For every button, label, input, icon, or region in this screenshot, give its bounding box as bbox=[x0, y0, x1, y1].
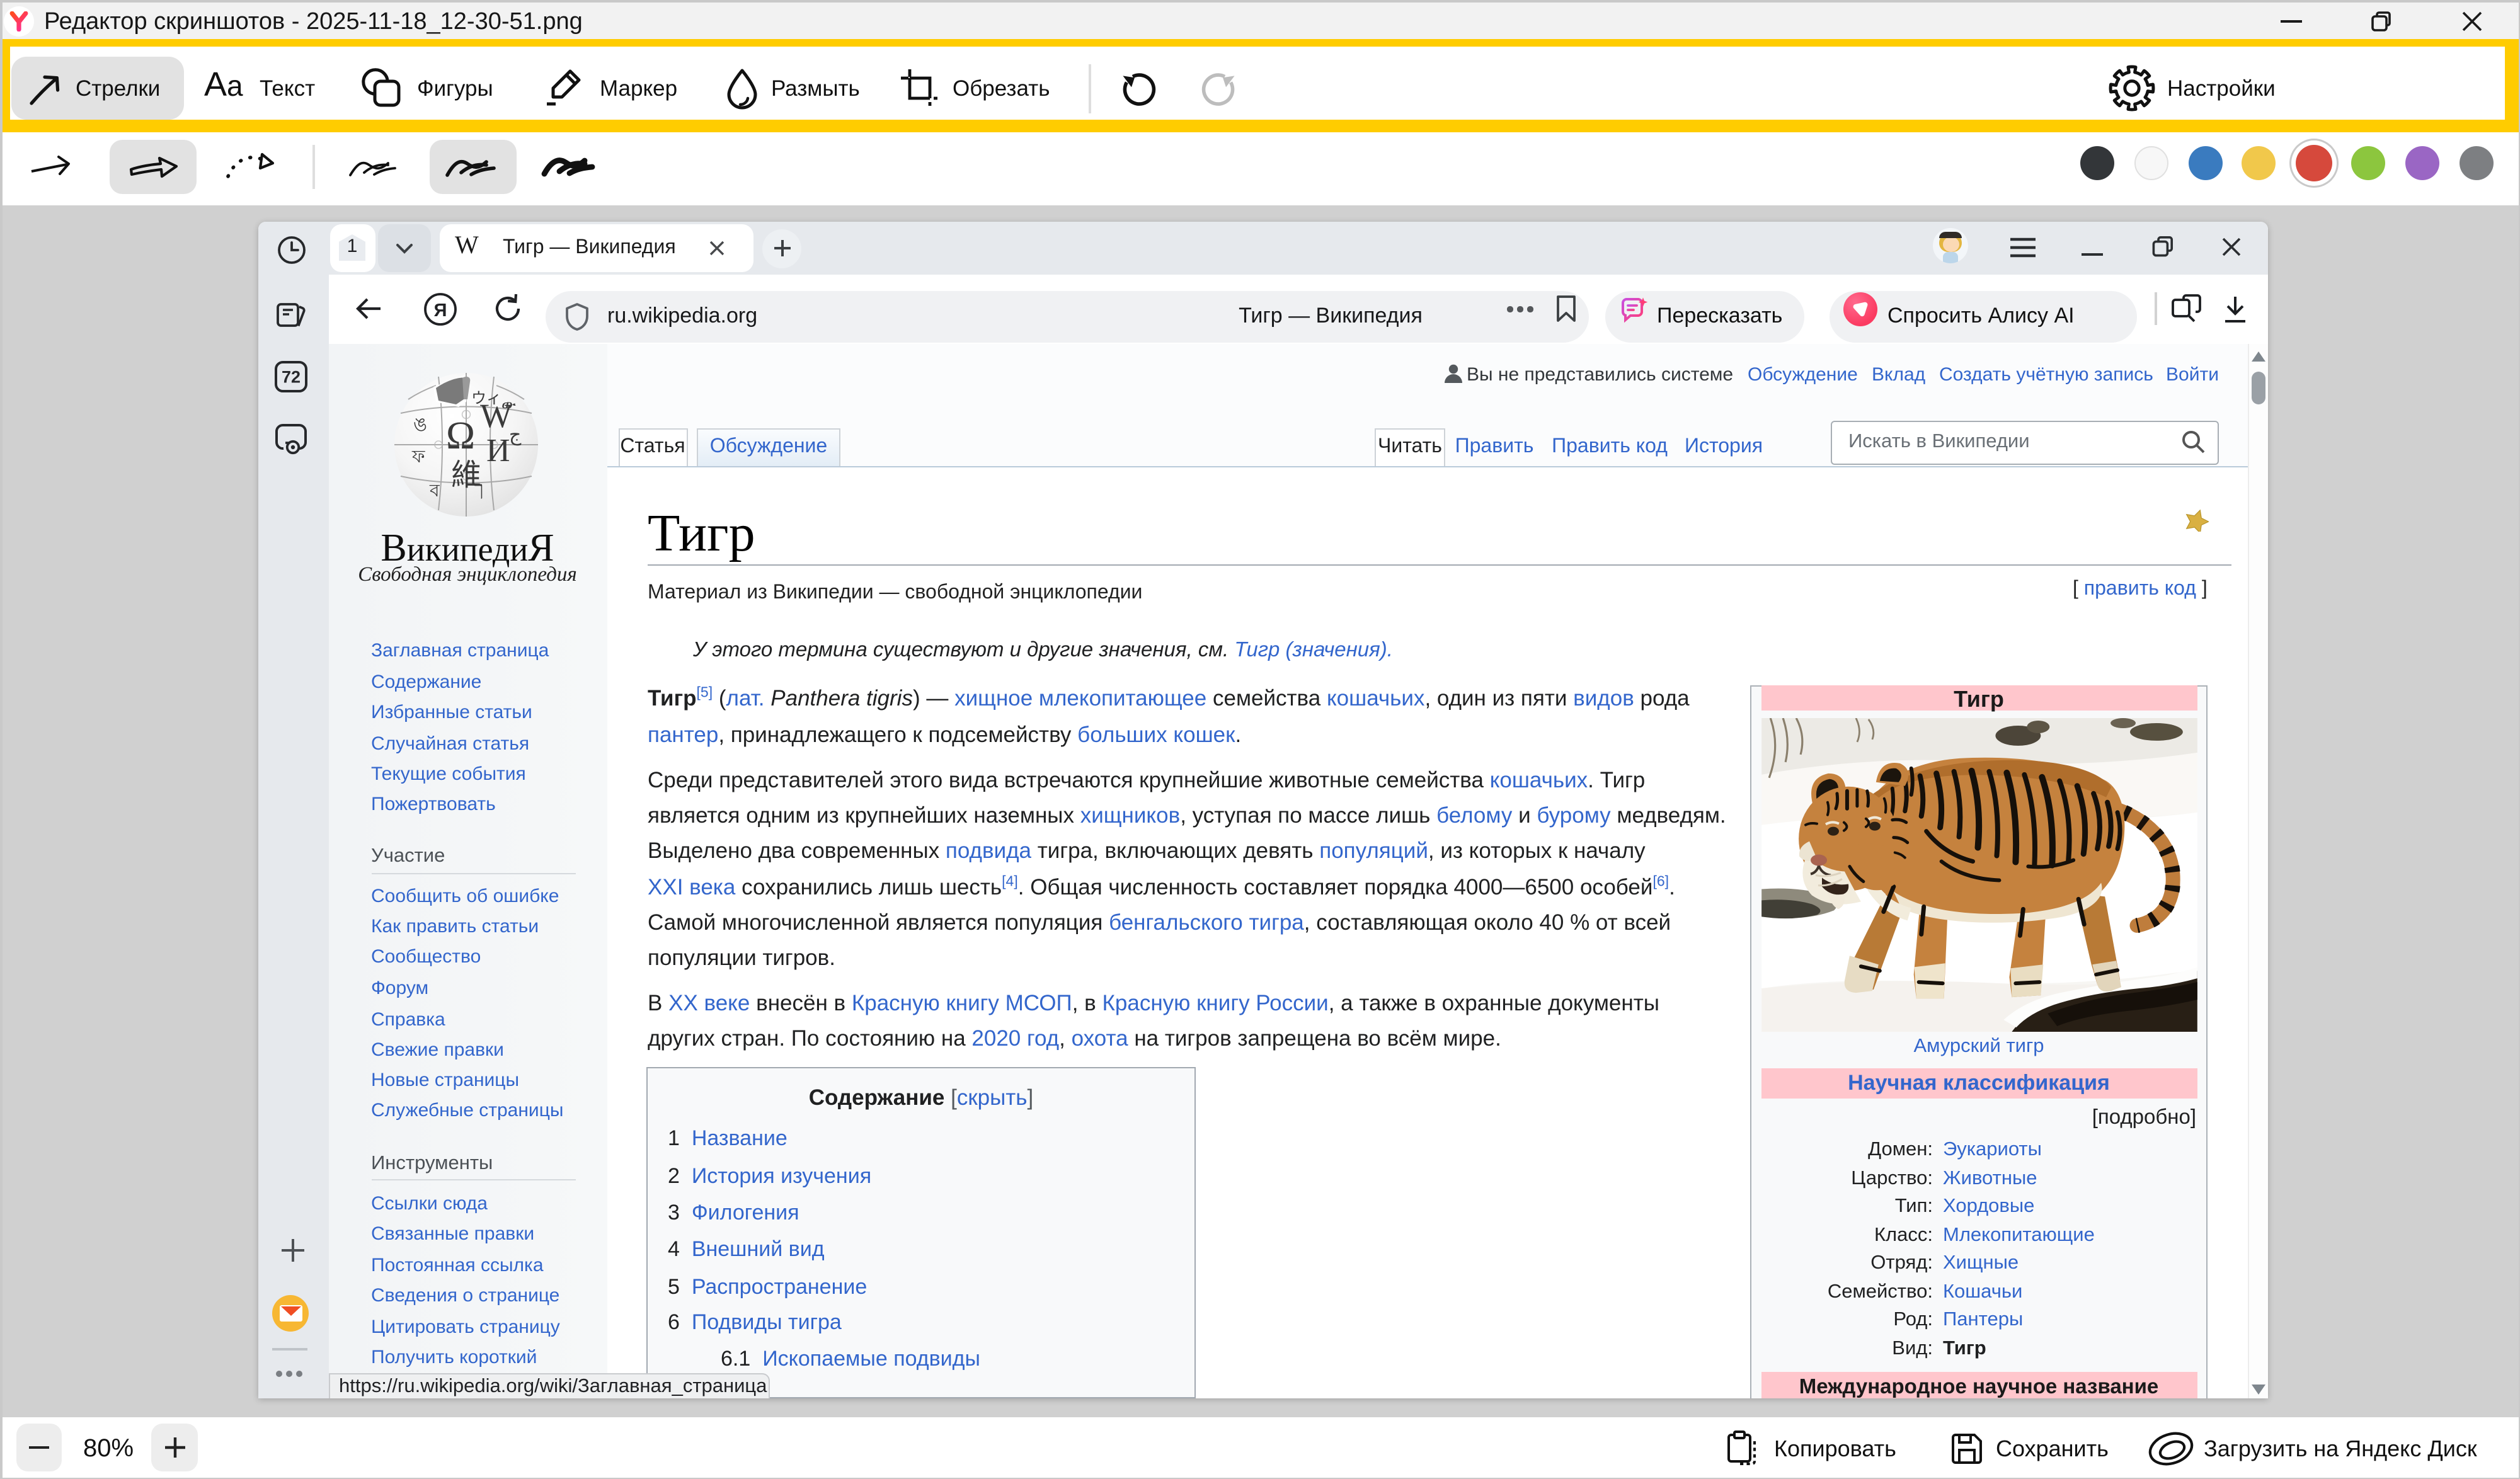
svg-text:ך: ך bbox=[474, 477, 484, 500]
svg-text:И: И bbox=[486, 433, 510, 469]
svg-text:ج: ج bbox=[509, 425, 522, 446]
svg-text:ウィ: ウィ bbox=[471, 391, 501, 407]
svg-text:Ω: Ω bbox=[446, 414, 475, 457]
svg-text:ው: ው bbox=[501, 397, 516, 413]
svg-text:Я: Я bbox=[434, 300, 447, 321]
svg-text:ঙ: ঙ bbox=[413, 414, 427, 435]
svg-text:ব: ব bbox=[429, 481, 440, 501]
svg-text:ফ: ফ bbox=[411, 447, 425, 467]
svg-text:72: 72 bbox=[282, 368, 301, 387]
